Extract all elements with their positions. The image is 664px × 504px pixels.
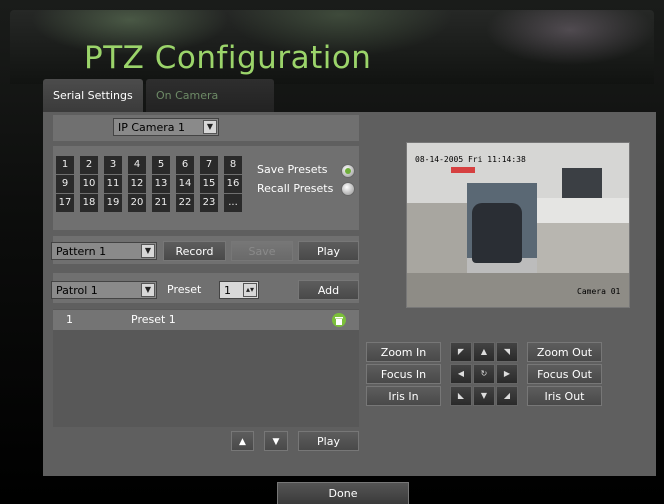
pan-up-right-icon[interactable]: ◥ — [496, 342, 518, 362]
save-presets-label: Save Presets — [257, 163, 328, 176]
pan-right-icon[interactable]: ▶ — [496, 364, 518, 384]
preset-number-button[interactable]: 8 — [224, 156, 242, 174]
ptz-config-screen: PTZ Configuration Serial Settings On Cam… — [0, 0, 664, 504]
video-preview: 08-14-2005 Fri 11:14:38 Camera 01 — [406, 142, 630, 308]
preset-number-button[interactable]: 20 — [128, 194, 146, 212]
chevron-down-icon: ▼ — [141, 244, 155, 258]
recall-presets-radio[interactable] — [341, 182, 355, 196]
preset-number-button[interactable]: 1 — [56, 156, 74, 174]
pan-down-left-icon[interactable]: ◣ — [450, 386, 472, 406]
video-chair — [472, 203, 522, 263]
preset-number-button[interactable]: 13 — [152, 175, 170, 193]
stepper-icon: ▴▾ — [243, 283, 257, 297]
patrol-select-value: Patrol 1 — [56, 284, 98, 297]
chevron-down-icon: ▼ — [141, 283, 155, 297]
tilt-down-icon[interactable]: ▼ — [473, 386, 495, 406]
preset-number-button[interactable]: 11 — [104, 175, 122, 193]
pattern-select[interactable]: Pattern 1 ▼ — [51, 242, 157, 260]
play-patrol-button[interactable]: Play — [298, 431, 359, 451]
auto-rotate-icon[interactable]: ↻ — [473, 364, 495, 384]
video-monitor — [562, 168, 602, 198]
preset-number-button[interactable]: 19 — [104, 194, 122, 212]
preset-number-button[interactable]: ... — [224, 194, 242, 212]
pan-left-icon[interactable]: ◀ — [450, 364, 472, 384]
preset-number-button[interactable]: 14 — [176, 175, 194, 193]
preset-number-button[interactable]: 7 — [200, 156, 218, 174]
tab-on-camera-settings[interactable]: On Camera Settings — [146, 79, 274, 136]
record-button[interactable]: Record — [163, 241, 226, 261]
preset-number-button[interactable]: 15 — [200, 175, 218, 193]
video-timestamp: 08-14-2005 Fri 11:14:38 — [415, 155, 526, 164]
preset-number-button[interactable]: 23 — [200, 194, 218, 212]
chevron-down-icon: ▼ — [203, 120, 217, 134]
tab-serial-settings[interactable]: Serial Settings — [43, 79, 143, 113]
preset-number-button[interactable]: 2 — [80, 156, 98, 174]
iris-in-button[interactable]: Iris In — [366, 386, 441, 406]
video-red-object — [451, 167, 475, 173]
camera-select[interactable]: IP Camera 1 ▼ — [113, 118, 219, 136]
move-up-button[interactable]: ▲ — [231, 431, 254, 451]
preset-number-button[interactable]: 17 — [56, 194, 74, 212]
recall-presets-label: Recall Presets — [257, 182, 334, 195]
preset-stepper[interactable]: 1 ▴▾ — [219, 281, 259, 299]
move-down-button[interactable]: ▼ — [264, 431, 288, 451]
pan-down-right-icon[interactable]: ◢ — [496, 386, 518, 406]
play-pattern-button[interactable]: Play — [298, 241, 359, 261]
preset-label: Preset — [167, 283, 202, 296]
preset-number-button[interactable]: 18 — [80, 194, 98, 212]
preset-number-button[interactable]: 12 — [128, 175, 146, 193]
save-pattern-button[interactable]: Save — [231, 241, 293, 261]
preset-number-button[interactable]: 5 — [152, 156, 170, 174]
delete-icon[interactable] — [332, 313, 346, 327]
video-camera-name: Camera 01 — [577, 287, 621, 296]
focus-in-button[interactable]: Focus In — [366, 364, 441, 384]
iris-out-button[interactable]: Iris Out — [527, 386, 602, 406]
done-button[interactable]: Done — [277, 482, 409, 504]
preset-number-button[interactable]: 9 — [56, 175, 74, 193]
focus-out-button[interactable]: Focus Out — [527, 364, 602, 384]
list-item-index: 1 — [66, 313, 73, 326]
video-desk — [537, 198, 629, 223]
patrol-select[interactable]: Patrol 1 ▼ — [51, 281, 157, 299]
zoom-out-button[interactable]: Zoom Out — [527, 342, 602, 362]
camera-select-value: IP Camera 1 — [118, 121, 186, 134]
preset-number-button[interactable]: 4 — [128, 156, 146, 174]
preset-number-button[interactable]: 16 — [224, 175, 242, 193]
preset-number-button[interactable]: 3 — [104, 156, 122, 174]
preset-number-button[interactable]: 10 — [80, 175, 98, 193]
add-button[interactable]: Add — [298, 280, 359, 300]
page-title: PTZ Configuration — [84, 40, 372, 76]
preset-number-button[interactable]: 22 — [176, 194, 194, 212]
tilt-up-icon[interactable]: ▲ — [473, 342, 495, 362]
pattern-select-value: Pattern 1 — [56, 245, 107, 258]
save-presets-radio[interactable] — [341, 164, 355, 178]
preset-stepper-value: 1 — [224, 284, 231, 297]
zoom-in-button[interactable]: Zoom In — [366, 342, 441, 362]
preset-number-button[interactable]: 21 — [152, 194, 170, 212]
list-item-name: Preset 1 — [131, 313, 176, 326]
pan-up-left-icon[interactable]: ◤ — [450, 342, 472, 362]
list-item[interactable]: 1 Preset 1 — [53, 310, 359, 330]
preset-number-button[interactable]: 6 — [176, 156, 194, 174]
